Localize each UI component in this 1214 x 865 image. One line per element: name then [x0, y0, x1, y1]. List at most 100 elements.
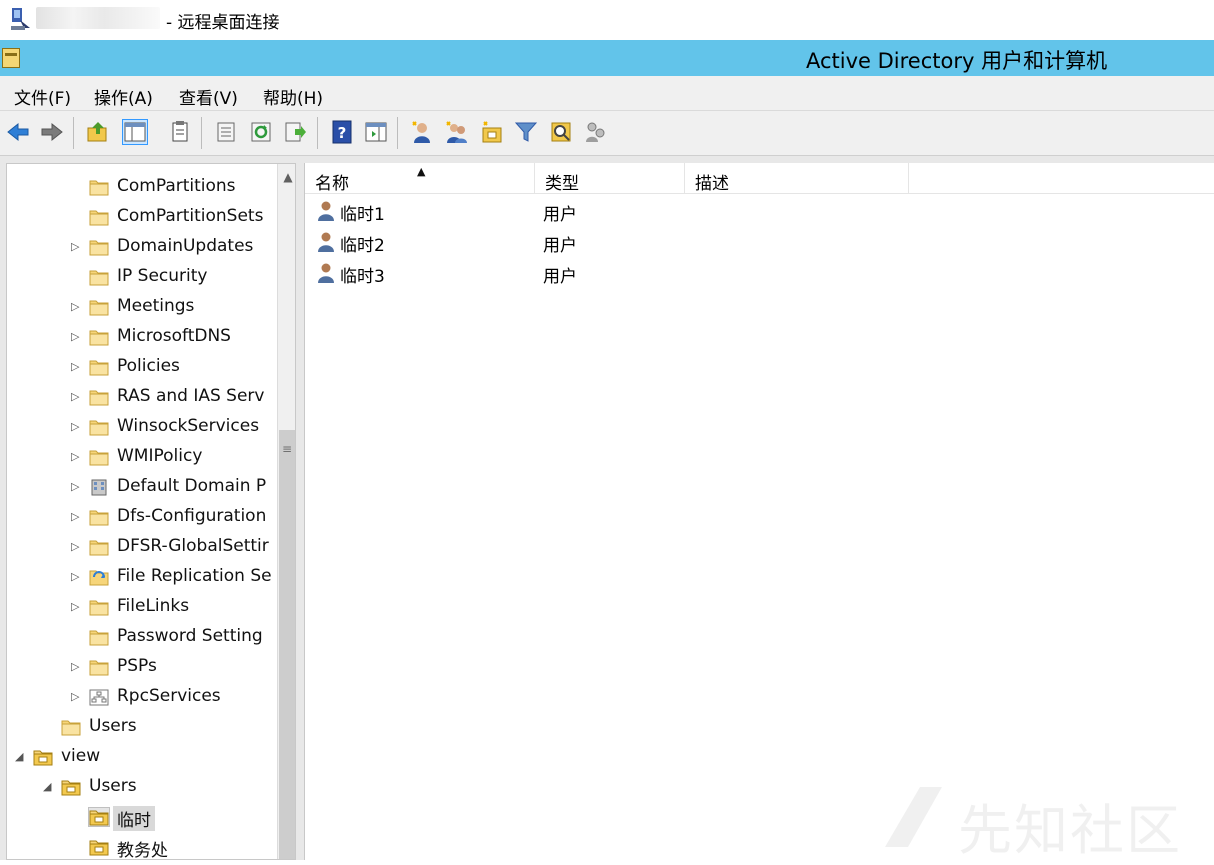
tree-item[interactable]: 临时: [71, 804, 267, 832]
details-list[interactable]: 名称 ▲ 类型 描述 临时1 用户 临时2 用户 临时3 用户: [304, 163, 1214, 860]
tree-item[interactable]: ▷ DFSR-GlobalSettir: [71, 534, 269, 562]
tree-item[interactable]: ComPartitionSets: [71, 204, 267, 232]
expand-arrow-icon[interactable]: ▷: [71, 600, 81, 613]
show-action-pane-icon[interactable]: [364, 120, 388, 144]
menu-help[interactable]: 帮助(H): [263, 84, 323, 109]
tree-item[interactable]: ◢ Users: [43, 774, 267, 802]
tree-item-label: Dfs-Configuration: [117, 506, 267, 526]
tree-scrollbar[interactable]: ▲ ≡: [277, 164, 295, 859]
column-type-label: 类型: [545, 174, 579, 194]
tree-item[interactable]: 教务处: [71, 834, 267, 859]
tree-item[interactable]: ◢ view: [15, 744, 267, 772]
refresh-icon[interactable]: [249, 120, 273, 144]
collapse-arrow-icon[interactable]: ◢: [15, 750, 25, 763]
tree-item-label: MicrosoftDNS: [117, 326, 231, 346]
export-icon[interactable]: [283, 120, 307, 144]
user-icon: [318, 263, 334, 283]
tree-item[interactable]: IP Security: [71, 264, 267, 292]
tree-item-label: DomainUpdates: [117, 236, 254, 256]
watermark-logo-icon: [885, 787, 942, 847]
list-row[interactable]: 临时1 用户: [305, 196, 905, 226]
delegate-icon[interactable]: [584, 120, 608, 144]
folder-icon: [89, 328, 109, 346]
column-header-type[interactable]: 类型: [535, 163, 685, 194]
expand-arrow-icon[interactable]: ▷: [71, 420, 81, 433]
tree-item[interactable]: ▷ DomainUpdates: [71, 234, 267, 262]
tree-item[interactable]: ▷ WinsockServices: [71, 414, 267, 442]
help-icon[interactable]: ?: [330, 120, 354, 144]
folder-icon: [89, 358, 109, 376]
new-ou-icon[interactable]: [480, 120, 504, 144]
list-row[interactable]: 临时3 用户: [305, 258, 905, 288]
toolbar-separator: [73, 117, 74, 149]
column-header-description[interactable]: 描述: [685, 163, 909, 194]
expand-arrow-icon[interactable]: ▷: [71, 450, 81, 463]
list-header: 名称 ▲ 类型 描述: [305, 163, 1214, 194]
folder-icon: [89, 628, 109, 646]
tree-item[interactable]: ▷ Policies: [71, 354, 267, 382]
filter-icon[interactable]: [514, 120, 538, 144]
row-type: 用户: [543, 267, 577, 287]
tree-item[interactable]: Users: [43, 714, 267, 742]
tree-item-label: DFSR-GlobalSettir: [117, 536, 269, 556]
watermark-text: 先知社区: [958, 799, 1182, 862]
tree-item[interactable]: Password Setting: [71, 624, 267, 652]
expand-arrow-icon[interactable]: ▷: [71, 540, 81, 553]
tree-item[interactable]: ▷ WMIPolicy: [71, 444, 267, 472]
up-folder-icon[interactable]: [86, 120, 110, 144]
collapse-arrow-icon[interactable]: ◢: [43, 780, 53, 793]
show-tree-icon[interactable]: [122, 119, 148, 145]
list-row[interactable]: 临时2 用户: [305, 227, 905, 257]
column-header-name[interactable]: 名称 ▲: [305, 163, 535, 194]
ou-icon: [61, 778, 81, 796]
find-icon[interactable]: [549, 120, 573, 144]
menu-view[interactable]: 查看(V): [179, 84, 238, 109]
blurred-host-name: [36, 7, 160, 29]
tree-item[interactable]: ▷ File Replication Se: [71, 564, 272, 592]
remote-desktop-icon: [11, 8, 30, 30]
expand-arrow-icon[interactable]: ▷: [71, 390, 81, 403]
properties-icon[interactable]: [168, 120, 192, 144]
menu-file[interactable]: 文件(F): [14, 84, 71, 109]
row-name: 临时2: [340, 236, 385, 256]
folder-icon: [89, 448, 109, 466]
tree-item[interactable]: ▷ Dfs-Configuration: [71, 504, 267, 532]
tree-item[interactable]: ▷ RpcServices: [71, 684, 267, 712]
column-description-label: 描述: [695, 174, 729, 194]
tree-item[interactable]: ▷ PSPs: [71, 654, 267, 682]
new-user-icon[interactable]: [410, 120, 434, 144]
folder-icon: [89, 268, 109, 286]
export-list-icon[interactable]: [214, 120, 238, 144]
pane-splitter[interactable]: [296, 156, 304, 860]
expand-arrow-icon[interactable]: ▷: [71, 330, 81, 343]
new-group-icon[interactable]: [445, 120, 469, 144]
expand-arrow-icon[interactable]: ▷: [71, 300, 81, 313]
tree-item[interactable]: ▷ Default Domain P: [71, 474, 267, 502]
folder-icon: [89, 658, 109, 676]
tree-item[interactable]: ▷ RAS and IAS Serv: [71, 384, 267, 412]
folder-icon: [89, 238, 109, 256]
tree-item-label: view: [61, 746, 101, 766]
forward-icon[interactable]: [40, 120, 64, 144]
toolbar: ?: [0, 111, 1214, 156]
tree-item[interactable]: ComPartitions: [71, 174, 267, 202]
expand-arrow-icon[interactable]: ▷: [71, 240, 81, 253]
tree-item[interactable]: ▷ MicrosoftDNS: [71, 324, 267, 352]
expand-arrow-icon[interactable]: ▷: [71, 480, 81, 493]
expand-arrow-icon[interactable]: ▷: [71, 570, 81, 583]
folder-icon: [89, 418, 109, 436]
expand-arrow-icon[interactable]: ▷: [71, 660, 81, 673]
console-tree[interactable]: ComPartitions ComPartitionSets ▷ DomainUpda…: [6, 163, 296, 860]
back-icon[interactable]: [6, 120, 30, 144]
aduc-app-icon[interactable]: [2, 48, 20, 68]
tree-item[interactable]: ▷ Meetings: [71, 294, 267, 322]
tree-item[interactable]: ▷ FileLinks: [71, 594, 267, 622]
scroll-up-icon[interactable]: ▲: [281, 170, 295, 184]
expand-arrow-icon[interactable]: ▷: [71, 690, 81, 703]
menu-action[interactable]: 操作(A): [94, 84, 153, 109]
expand-arrow-icon[interactable]: ▷: [71, 360, 81, 373]
scroll-thumb[interactable]: [279, 430, 295, 859]
tree-item-label: FileLinks: [117, 596, 190, 616]
row-name: 临时1: [340, 205, 385, 225]
expand-arrow-icon[interactable]: ▷: [71, 510, 81, 523]
